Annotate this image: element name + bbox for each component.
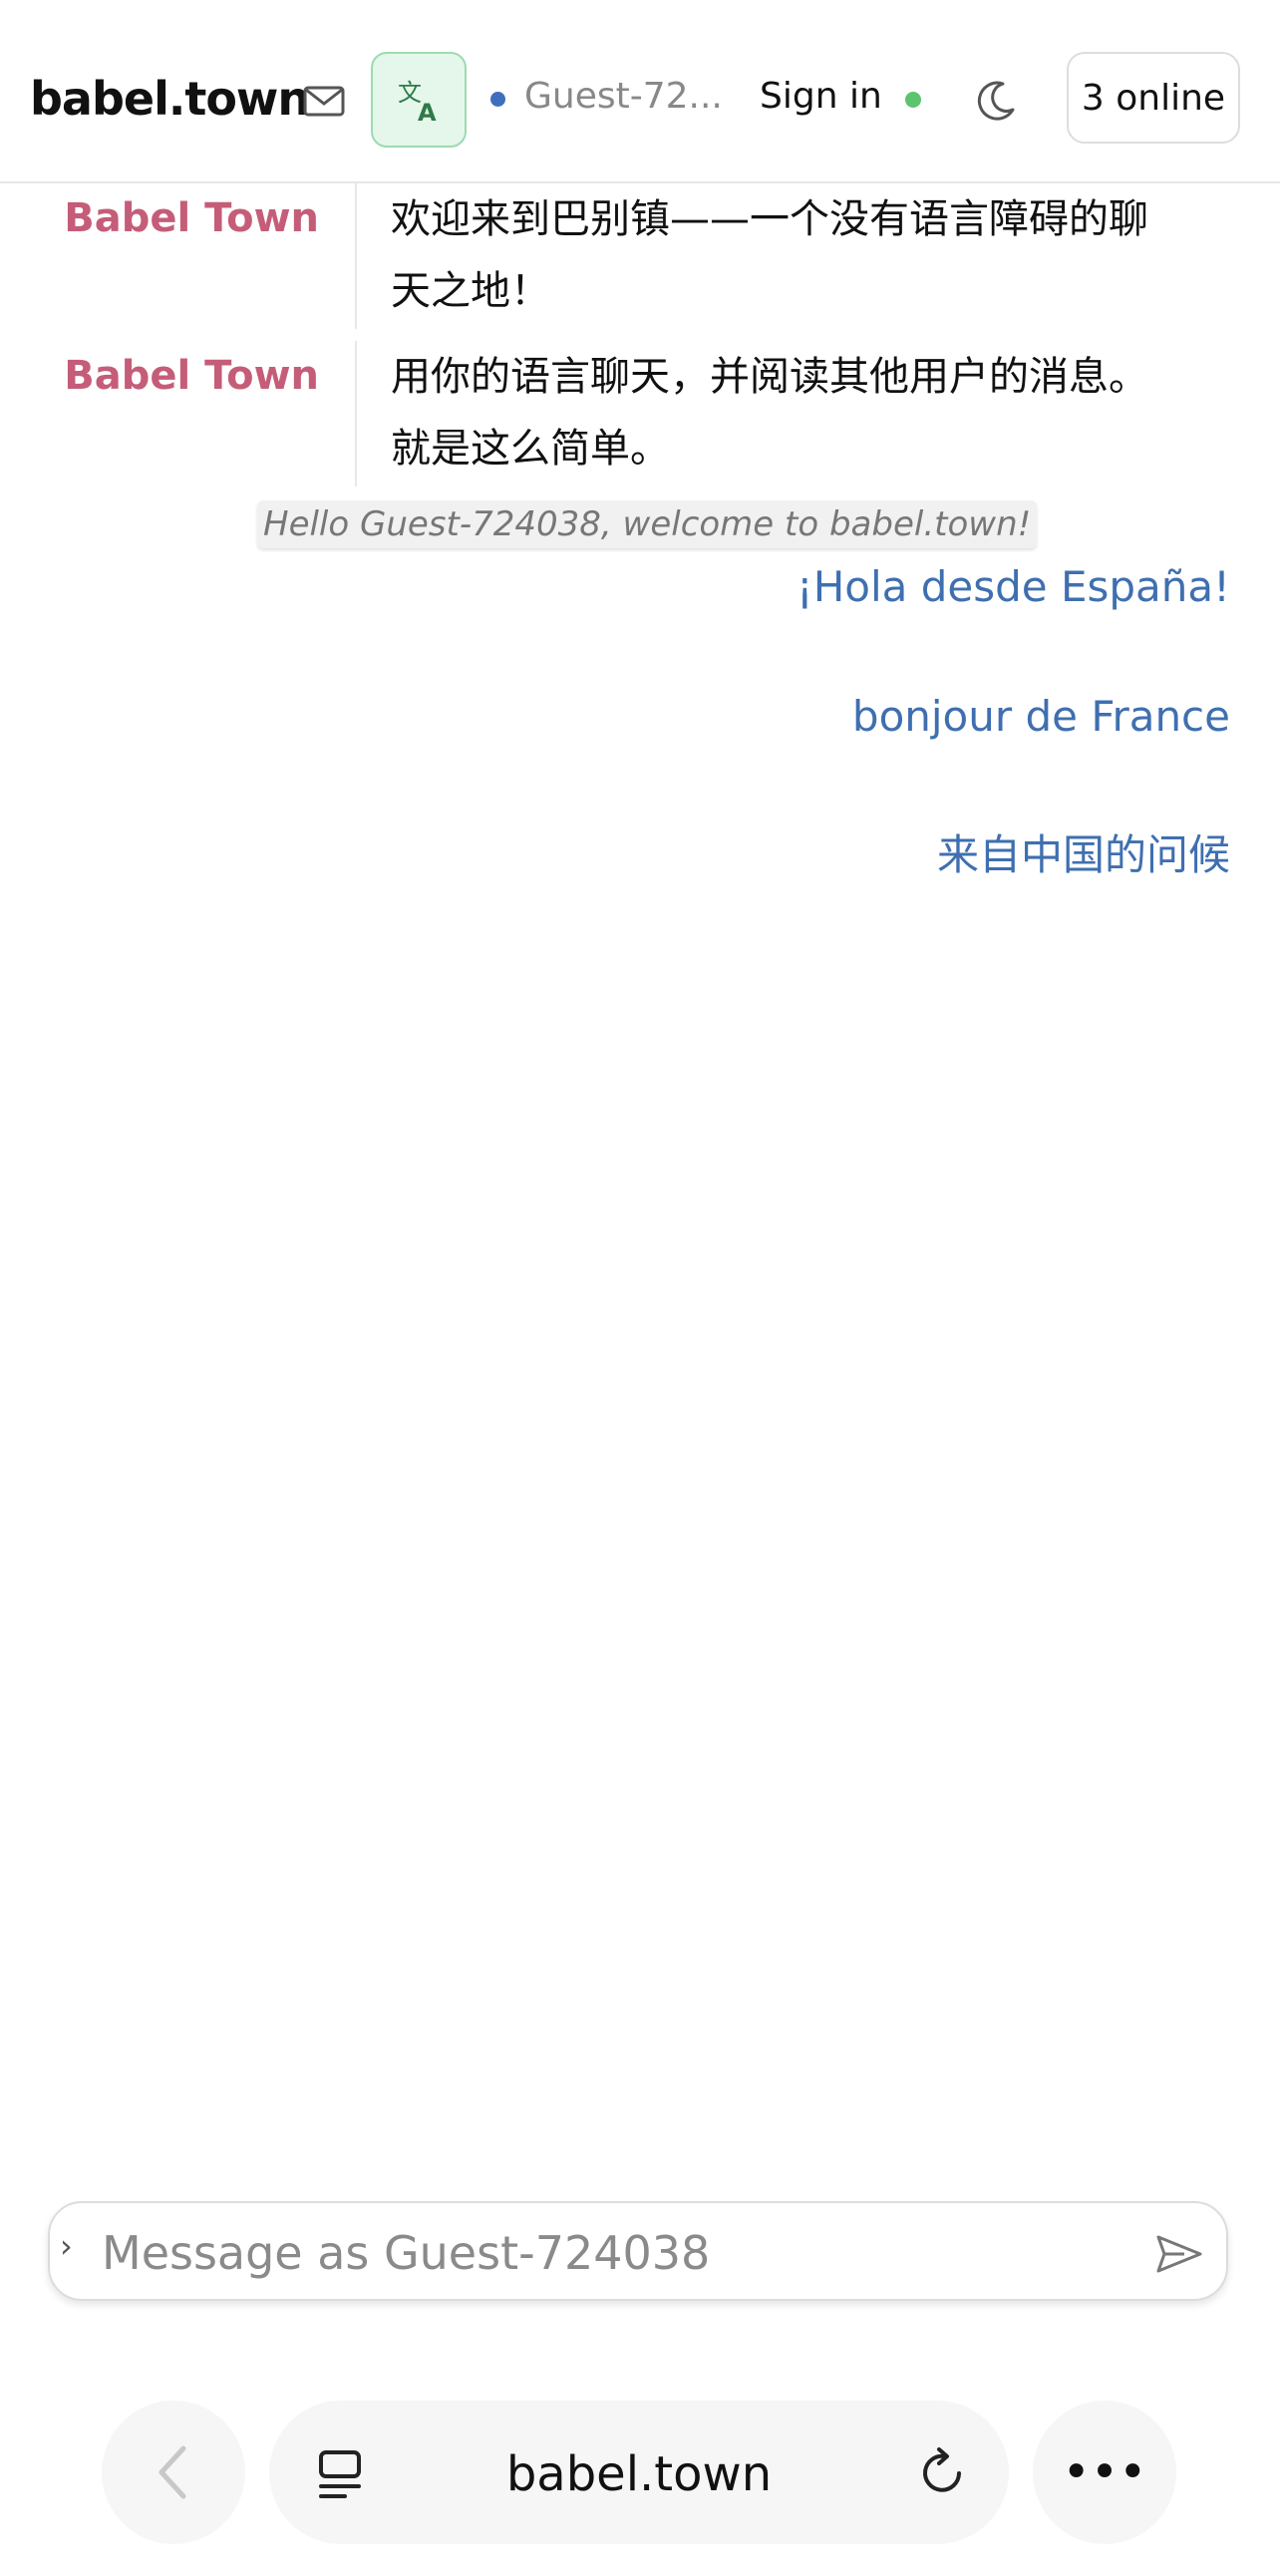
message-divider	[355, 341, 357, 486]
user-name[interactable]: Guest-72...	[524, 76, 724, 117]
browser-url[interactable]: babel.town	[269, 2446, 1009, 2502]
message-sender: Babel Town	[64, 195, 319, 241]
message-text: 用你的语言聊天，并阅读其他用户的消息。就是这么简单。	[391, 354, 1148, 472]
translate-button[interactable]: 文 A	[371, 52, 467, 148]
message-input[interactable]	[100, 2217, 1101, 2289]
reload-icon[interactable]	[915, 2446, 969, 2500]
own-message: ¡Hola desde España!	[796, 562, 1230, 611]
svg-text:A: A	[418, 99, 437, 125]
welcome-system-message: Hello Guest-724038, welcome to babel.tow…	[257, 500, 1038, 548]
message-text: 欢迎来到巴别镇——一个没有语言障碍的聊天之地！	[391, 196, 1148, 314]
browser-address-bar[interactable]: babel.town	[269, 2401, 1009, 2544]
online-count-badge[interactable]: 3 online	[1067, 52, 1240, 144]
user-status-dot	[490, 92, 505, 107]
own-message: bonjour de France	[851, 692, 1230, 741]
sign-in-link[interactable]: Sign in	[760, 76, 882, 117]
more-icon[interactable]: •••	[1033, 2401, 1176, 2544]
own-message: 来自中国的问候	[936, 830, 1230, 879]
send-icon[interactable]	[1154, 2229, 1204, 2279]
browser-back-button[interactable]	[102, 2401, 245, 2544]
back-icon	[159, 2445, 186, 2499]
app-header: babel.town 文 A Guest-72... Sign in 3 onl…	[0, 0, 1280, 183]
mail-icon[interactable]	[301, 78, 347, 124]
online-status-dot	[905, 92, 921, 108]
moon-icon[interactable]	[973, 78, 1019, 124]
message-composer: ›	[48, 2201, 1228, 2301]
message-row: Babel Town 用你的语言聊天，并阅读其他用户的消息。就是这么简单。	[0, 341, 1280, 490]
translate-icon: 文 A	[398, 79, 437, 125]
message-sender: Babel Town	[64, 353, 319, 399]
message-row: Babel Town 欢迎来到巴别镇——一个没有语言障碍的聊天之地！	[0, 183, 1280, 333]
brand-logo[interactable]: babel.town	[30, 72, 310, 126]
chevron-right-icon[interactable]: ›	[60, 2227, 73, 2265]
message-divider	[355, 183, 357, 329]
